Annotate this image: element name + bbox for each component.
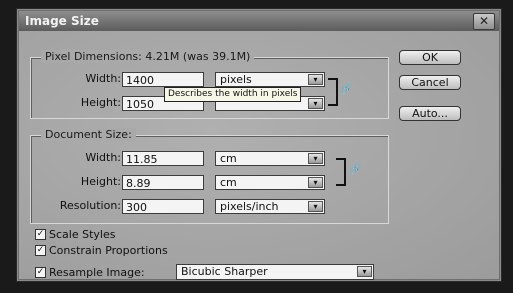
chevron-down-icon: ▾ bbox=[308, 177, 323, 188]
chevron-down-icon: ▾ bbox=[308, 98, 323, 109]
pixel-width-unit-select[interactable]: pixels ▾ bbox=[215, 72, 325, 87]
resample-method-value: Bicubic Sharper bbox=[181, 265, 268, 278]
doc-width-input[interactable]: 11.85 bbox=[122, 151, 204, 166]
constrain-proportions-checkbox[interactable]: ✓ bbox=[35, 245, 46, 256]
constrain-proportions-label: Constrain Proportions bbox=[49, 244, 168, 257]
close-button[interactable]: ✕ bbox=[473, 13, 495, 30]
title-bar[interactable]: Image Size ✕ bbox=[19, 11, 499, 31]
doc-height-input[interactable]: 8.89 bbox=[122, 175, 204, 190]
link-icon: 🔗 bbox=[349, 164, 362, 175]
link-icon: 🔗 bbox=[340, 84, 353, 95]
pixel-width-label: Width: bbox=[85, 72, 121, 85]
dialog-title: Image Size bbox=[25, 14, 99, 28]
resample-image-label: Resample Image: bbox=[49, 266, 145, 279]
cancel-button[interactable]: Cancel bbox=[399, 75, 461, 90]
doc-height-unit-select[interactable]: cm ▾ bbox=[215, 175, 325, 190]
doc-height-label: Height: bbox=[80, 175, 121, 188]
width-tooltip: Describes the width in pixels bbox=[164, 87, 302, 102]
resample-method-select[interactable]: Bicubic Sharper ▾ bbox=[176, 264, 374, 280]
pixel-dimensions-legend: Pixel Dimensions: 4.21M (was 39.1M) bbox=[41, 50, 255, 63]
chevron-down-icon: ▾ bbox=[308, 74, 323, 85]
resolution-input[interactable]: 300 bbox=[122, 199, 204, 214]
pixel-height-label: Height: bbox=[80, 96, 121, 109]
scale-styles-label: Scale Styles bbox=[49, 228, 116, 241]
auto-button[interactable]: Auto... bbox=[399, 106, 461, 121]
resolution-label: Resolution: bbox=[59, 199, 121, 212]
resolution-unit-value: pixels/inch bbox=[220, 200, 279, 213]
document-size-group: Document Size: Width: 11.85 cm ▾ Height:… bbox=[30, 128, 389, 224]
pixel-width-unit-value: pixels bbox=[220, 73, 252, 86]
doc-width-unit-select[interactable]: cm ▾ bbox=[215, 151, 325, 166]
pixel-chain-bracket bbox=[328, 78, 338, 106]
dialog-body: Pixel Dimensions: 4.21M (was 39.1M) Widt… bbox=[19, 31, 499, 280]
resample-image-checkbox[interactable]: ✓ bbox=[35, 267, 46, 278]
ok-button[interactable]: OK bbox=[399, 50, 461, 65]
resolution-unit-select[interactable]: pixels/inch ▾ bbox=[215, 199, 325, 214]
document-size-legend: Document Size: bbox=[41, 128, 136, 141]
scale-styles-checkbox[interactable]: ✓ bbox=[35, 229, 46, 240]
chevron-down-icon: ▾ bbox=[308, 153, 323, 164]
chevron-down-icon: ▾ bbox=[357, 266, 372, 277]
image-size-dialog: Image Size ✕ Pixel Dimensions: 4.21M (wa… bbox=[16, 8, 502, 282]
chevron-down-icon: ▾ bbox=[308, 201, 323, 212]
doc-width-label: Width: bbox=[85, 151, 121, 164]
doc-chain-bracket bbox=[336, 158, 346, 186]
doc-width-unit-value: cm bbox=[220, 152, 237, 165]
pixel-width-input[interactable]: 1400 bbox=[122, 72, 204, 87]
doc-height-unit-value: cm bbox=[220, 176, 237, 189]
